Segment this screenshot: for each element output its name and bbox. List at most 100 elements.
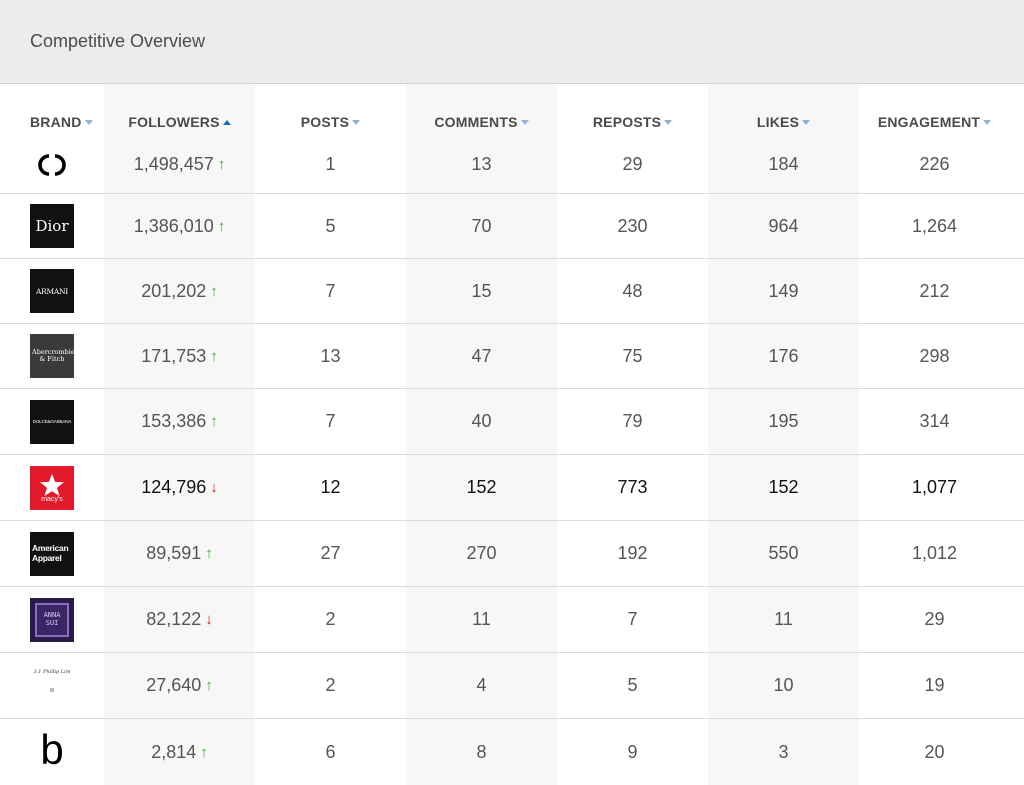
chanel-logo-icon [30, 142, 74, 187]
followers-value: 89,591 [146, 543, 202, 563]
followers-cell: 2,814 ↑ [104, 719, 255, 785]
followers-value: 82,122 [146, 609, 202, 629]
comments-cell: 70 [471, 215, 492, 236]
engagement-cell: 212 [919, 280, 950, 301]
table-row[interactable]: macy's 124,796 ↓ 12 152 773 152 1,077 [0, 455, 1024, 521]
sort-brand-header[interactable]: BRAND [30, 114, 93, 130]
likes-header-label: LIKES [756, 114, 800, 130]
followers-cell: 153,386 ↑ [104, 389, 255, 454]
followers-cell: 1,498,457 ↑ [104, 136, 255, 193]
sort-caret-down-icon [802, 120, 811, 125]
abercrombie-logo-text: Abercrombie & Fitch [32, 348, 74, 363]
brand-header-label: BRAND [30, 114, 82, 130]
page-title: Competitive Overview [30, 31, 206, 51]
followers-header-label: FOLLOWERS [128, 114, 220, 130]
table-row[interactable]: ARMANI 201,202 ↑ 7 15 48 149 212 [0, 259, 1024, 324]
table-header: BRAND FOLLOWERS POSTS COMMENTS REPOSTS L… [0, 84, 1024, 142]
posts-header-label: POSTS [300, 114, 350, 130]
followers-cell: 82,122 ↓ [104, 587, 255, 652]
american-apparel-logo-text: American Apparel [32, 543, 69, 563]
followers-value: 27,640 [146, 675, 202, 695]
posts-cell: 7 [325, 280, 336, 301]
posts-cell: 7 [325, 411, 336, 431]
engagement-cell: 29 [924, 609, 945, 629]
reposts-header-label: REPOSTS [592, 114, 662, 130]
followers-cell: 124,796 ↓ [104, 455, 255, 520]
followers-cell: 89,591 ↑ [104, 521, 255, 586]
comments-cell: 152 [466, 477, 497, 497]
comments-header-label: COMMENTS [434, 114, 518, 130]
likes-cell: 176 [768, 345, 799, 366]
table-row[interactable]: b 2,814 ↑ 6 8 9 3 20 [0, 719, 1024, 785]
b-logo-text: b [40, 730, 64, 773]
abercrombie-logo-icon: Abercrombie & Fitch [30, 334, 74, 378]
trend-up-icon: ↑ [205, 677, 213, 694]
likes-cell: 3 [778, 741, 789, 762]
macys-logo-text: macy's [41, 495, 63, 503]
engagement-cell: 20 [924, 741, 945, 762]
table-row[interactable]: Dior 1,386,010 ↑ 5 70 230 964 1,264 [0, 194, 1024, 259]
comments-cell: 270 [466, 543, 497, 563]
sort-engagement-header[interactable]: ENGAGEMENT [859, 114, 1010, 130]
sort-comments-header[interactable]: COMMENTS [406, 114, 557, 130]
comments-cell: 13 [471, 154, 492, 174]
anna-sui-logo-icon: ANNA SUI [30, 597, 74, 642]
posts-cell: 2 [325, 609, 336, 629]
sort-caret-down-icon [520, 120, 529, 125]
page-header: Competitive Overview [0, 0, 1024, 84]
table-row[interactable]: ANNA SUI 82,122 ↓ 2 11 7 11 29 [0, 587, 1024, 653]
sort-caret-up-icon [222, 120, 231, 125]
trend-down-icon: ↓ [205, 611, 213, 628]
engagement-header-label: ENGAGEMENT [877, 114, 981, 130]
brand-cell: DOLCE&GABBANA [30, 389, 74, 454]
posts-cell: 12 [320, 477, 341, 497]
sort-caret-down-icon [352, 120, 361, 125]
trend-up-icon: ↑ [217, 156, 226, 173]
followers-value: 1,498,457 [133, 154, 214, 174]
brand-cell: ARMANI [30, 259, 74, 323]
table-row[interactable]: 3.1 Phillip Lim ⊘ 27,640 ↑ 2 4 5 10 19 [0, 653, 1024, 719]
followers-value: 171,753 [141, 345, 207, 366]
armani-logo-text: ARMANI [36, 286, 68, 296]
posts-cell: 6 [325, 741, 336, 762]
anna-sui-frame: ANNA SUI [35, 602, 69, 637]
posts-cell: 2 [325, 675, 336, 695]
posts-cell: 13 [320, 345, 341, 366]
comments-cell: 15 [471, 280, 492, 301]
table-row[interactable]: 1,498,457 ↑ 1 13 29 184 226 [0, 136, 1024, 194]
posts-cell: 1 [325, 154, 336, 174]
sort-caret-down-icon [983, 120, 992, 125]
posts-cell: 27 [320, 543, 341, 563]
followers-value: 153,386 [141, 411, 207, 431]
reposts-cell: 773 [617, 477, 648, 497]
table-row[interactable]: DOLCE&GABBANA 153,386 ↑ 7 40 79 195 314 [0, 389, 1024, 455]
followers-cell: 1,386,010 ↑ [104, 194, 255, 258]
sort-likes-header[interactable]: LIKES [708, 114, 859, 130]
sort-posts-header[interactable]: POSTS [255, 114, 406, 130]
sort-followers-header[interactable]: FOLLOWERS [104, 114, 255, 130]
followers-value: 201,202 [141, 280, 207, 301]
brand-cell: Abercrombie & Fitch [30, 324, 74, 388]
brand-cell: macy's [30, 455, 74, 520]
trend-up-icon: ↑ [210, 347, 218, 365]
posts-cell: 5 [325, 215, 336, 236]
followers-value: 1,386,010 [133, 215, 214, 236]
table-row[interactable]: Abercrombie & Fitch 171,753 ↑ 13 47 75 17… [0, 324, 1024, 389]
sort-reposts-header[interactable]: REPOSTS [557, 114, 708, 130]
comments-cell: 8 [476, 741, 487, 762]
brand-cell: American Apparel [30, 521, 74, 586]
dolce-gabbana-logo-text: DOLCE&GABBANA [32, 419, 72, 424]
brand-cell [30, 136, 74, 193]
reposts-cell: 5 [627, 675, 638, 695]
engagement-cell: 298 [919, 345, 950, 366]
phillip-lim-mark-icon: ⊘ [49, 688, 55, 694]
likes-cell: 152 [768, 477, 799, 497]
reposts-cell: 79 [622, 411, 643, 431]
comments-cell: 40 [471, 411, 492, 431]
comments-cell: 11 [472, 609, 491, 629]
table-row[interactable]: American Apparel 89,591 ↑ 27 270 192 550 … [0, 521, 1024, 587]
phillip-lim-logo-text: 3.1 Phillip Lim [33, 669, 71, 675]
brand-cell: 3.1 Phillip Lim ⊘ [30, 653, 74, 718]
brand-cell: Dior [30, 194, 74, 258]
engagement-cell: 314 [919, 411, 950, 431]
